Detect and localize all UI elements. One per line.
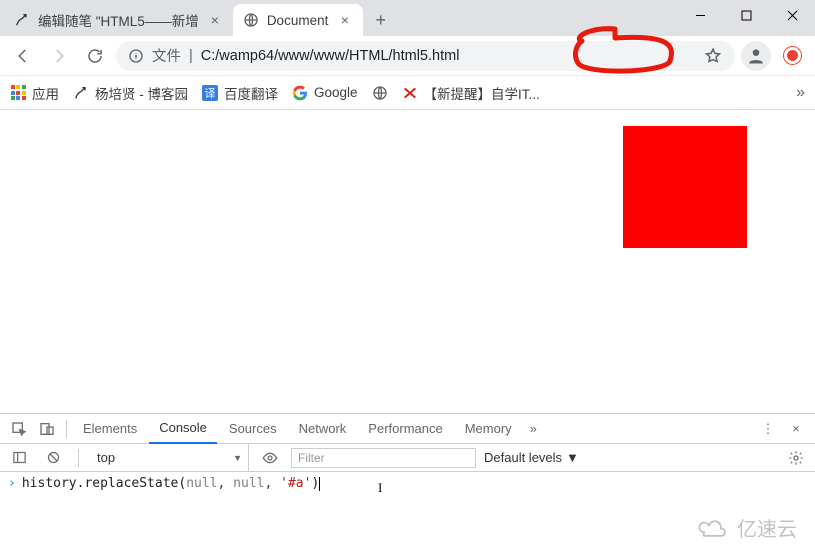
bookmark-item-1[interactable]: 译 百度翻译 <box>202 83 278 103</box>
nav-forward-button[interactable] <box>44 41 74 71</box>
bookmarks-bar: 应用 杨培贤 - 博客园 译 百度翻译 Google 【新提醒】自学IT... … <box>0 76 815 110</box>
tab-strip: 编辑随笔 "HTML5——新增 × Document × + <box>0 0 677 36</box>
nav-reload-button[interactable] <box>80 41 110 71</box>
apps-icon <box>10 85 26 101</box>
console-clear-icon[interactable] <box>40 445 66 471</box>
page-red-box <box>623 126 747 248</box>
console-prompt-icon: › <box>8 476 16 491</box>
bookmark-item-2[interactable]: Google <box>292 85 358 101</box>
devtools-tab-elements[interactable]: Elements <box>73 414 147 444</box>
devtools-tabs-overflow[interactable]: » <box>524 421 543 436</box>
devtools-panel: Elements Console Sources Network Perform… <box>0 413 815 550</box>
page-viewport <box>0 110 815 413</box>
bookmark-2-icon <box>292 85 308 101</box>
text-caret-icon: I <box>378 480 382 496</box>
window-minimize-button[interactable] <box>677 0 723 30</box>
console-context-label: top <box>97 450 115 465</box>
console-code: history.replaceState(null, null, '#a') <box>22 476 320 491</box>
bookmark-item-4[interactable]: 【新提醒】自学IT... <box>402 83 540 103</box>
omnibox[interactable]: 文件 | C:/wamp64/www/www/HTML/html5.html <box>116 41 735 71</box>
console-context-selector[interactable]: top ▼ <box>91 444 249 471</box>
console-filter-input[interactable]: Filter <box>291 448 476 468</box>
live-expression-icon[interactable] <box>257 445 283 471</box>
devtools-tab-performance[interactable]: Performance <box>358 414 452 444</box>
tab-0[interactable]: 编辑随笔 "HTML5——新增 × <box>4 4 233 36</box>
apps-shortcut[interactable]: 应用 <box>10 83 59 103</box>
browser-titlebar: 编辑随笔 "HTML5——新增 × Document × + <box>0 0 815 36</box>
bookmark-2-label: Google <box>314 85 358 100</box>
bookmark-0-label: 杨培贤 - 博客园 <box>95 83 188 103</box>
chevron-down-icon: ▼ <box>566 450 579 465</box>
devtools-tab-sources[interactable]: Sources <box>219 414 287 444</box>
tab-0-title: 编辑随笔 "HTML5——新增 <box>38 10 199 30</box>
bookmark-4-icon <box>402 85 418 101</box>
console-sidebar-toggle-icon[interactable] <box>6 445 32 471</box>
browser-menu-button[interactable] <box>777 41 807 71</box>
bookmark-3-icon <box>372 85 388 101</box>
inspect-element-icon[interactable] <box>6 416 32 442</box>
console-levels-label: Default levels <box>484 450 562 465</box>
new-tab-button[interactable]: + <box>367 6 395 34</box>
nav-back-button[interactable] <box>8 41 38 71</box>
chevron-down-icon: ▼ <box>233 453 242 463</box>
tab-0-favicon <box>14 12 30 28</box>
tab-1[interactable]: Document × <box>233 4 363 36</box>
devtools-tabbar: Elements Console Sources Network Perform… <box>0 414 815 444</box>
devtools-close-icon[interactable]: × <box>783 416 809 442</box>
devtools-tab-console[interactable]: Console <box>149 414 217 444</box>
omnibox-url: C:/wamp64/www/www/HTML/html5.html <box>201 48 460 64</box>
devtools-tab-network[interactable]: Network <box>289 414 357 444</box>
tab-1-title: Document <box>267 13 329 28</box>
apps-label: 应用 <box>32 83 59 103</box>
bookmarks-overflow-button[interactable]: » <box>796 84 805 102</box>
tab-1-close-icon[interactable]: × <box>337 12 353 28</box>
device-toggle-icon[interactable] <box>34 416 60 442</box>
bookmark-0-icon <box>73 85 89 101</box>
address-bar: 文件 | C:/wamp64/www/www/HTML/html5.html <box>0 36 815 76</box>
console-input-line[interactable]: › history.replaceState(null, null, '#a')… <box>0 472 815 550</box>
profile-avatar-button[interactable] <box>741 41 771 71</box>
console-settings-icon[interactable] <box>783 445 809 471</box>
omnibox-protocol: 文件 <box>152 45 181 66</box>
tab-1-favicon <box>243 12 259 28</box>
bookmark-item-0[interactable]: 杨培贤 - 博客园 <box>73 83 188 103</box>
window-close-button[interactable] <box>769 0 815 30</box>
bookmark-1-label: 百度翻译 <box>224 83 278 103</box>
devtools-tab-memory[interactable]: Memory <box>455 414 522 444</box>
devtools-menu-icon[interactable]: ⋮ <box>755 416 781 442</box>
bookmark-1-icon: 译 <box>202 85 218 101</box>
omnibox-sep: | <box>189 48 193 64</box>
bookmark-4-label: 【新提醒】自学IT... <box>424 83 540 103</box>
window-controls <box>677 0 815 32</box>
bookmark-item-3[interactable] <box>372 85 388 101</box>
devtools-console-toolbar: top ▼ Filter Default levels ▼ <box>0 444 815 472</box>
tab-0-close-icon[interactable]: × <box>207 12 223 28</box>
window-maximize-button[interactable] <box>723 0 769 30</box>
info-icon <box>128 48 144 64</box>
console-levels-selector[interactable]: Default levels ▼ <box>484 450 579 465</box>
bookmark-star-icon[interactable] <box>703 47 723 65</box>
